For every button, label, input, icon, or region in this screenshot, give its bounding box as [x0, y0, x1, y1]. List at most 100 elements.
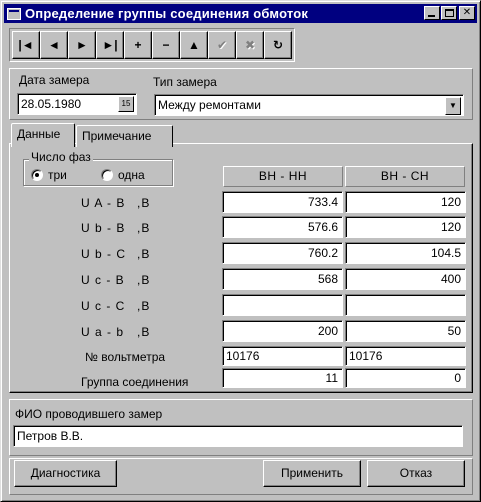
prior-record-icon: ◄ — [48, 38, 60, 52]
calendar-icon[interactable]: 15 — [118, 96, 134, 112]
delete-record-button[interactable]: − — [152, 31, 180, 59]
insert-record-button[interactable]: + — [124, 31, 152, 59]
phase-one-radio[interactable] — [101, 169, 113, 181]
value-text: 104.5 — [430, 246, 461, 260]
value-field[interactable]: 400 — [345, 268, 466, 290]
minimize-button[interactable] — [424, 6, 440, 20]
phase-three-label[interactable]: три — [48, 168, 67, 182]
connection-group-field-hv-lv[interactable]: 11 — [222, 368, 343, 388]
cancel-record-button[interactable]: ✖ — [236, 31, 264, 59]
maximize-icon — [445, 9, 454, 17]
value-text: 50 — [447, 324, 461, 338]
value-field[interactable]: 576.6 — [222, 216, 343, 238]
diagnostics-button-label: Диагностика — [30, 466, 101, 480]
row-label: U b - B — [81, 221, 126, 235]
first-record-icon: |◄ — [18, 38, 34, 52]
operator-field[interactable]: Петров В.В. — [13, 425, 463, 447]
apply-button[interactable]: Применить — [263, 460, 361, 487]
value-text: 120 — [440, 195, 461, 209]
value-field[interactable]: 568 — [222, 268, 343, 290]
phase-one-label[interactable]: одна — [118, 168, 145, 182]
value-text: 733.4 — [307, 195, 338, 209]
column-header-hv-mv: ВН - СН — [345, 166, 465, 187]
date-value: 28.05.1980 — [21, 97, 82, 111]
date-field[interactable]: 28.05.1980 15 — [17, 93, 137, 115]
refresh-icon: ↻ — [272, 38, 284, 52]
tab-data[interactable]: Данные — [11, 123, 75, 147]
operator-label: ФИО проводившего замер — [15, 407, 163, 421]
voltmeter-field-hv-mv[interactable]: 10176 — [345, 346, 466, 366]
row-unit: ,В — [137, 221, 151, 235]
prior-record-button[interactable]: ◄ — [40, 31, 68, 59]
plus-icon: + — [134, 38, 142, 52]
value-text: 400 — [440, 272, 461, 286]
value-text: 200 — [317, 324, 338, 338]
cancel-button-label: Отказ — [399, 466, 433, 480]
value-field[interactable]: 760.2 — [222, 242, 343, 264]
maximize-button[interactable] — [441, 6, 457, 20]
voltmeter-field-hv-lv[interactable]: 10176 — [222, 346, 343, 366]
next-record-icon: ► — [76, 38, 88, 52]
edit-triangle-icon: ▲ — [188, 38, 200, 52]
cancel-button[interactable]: Отказ — [367, 460, 465, 487]
value-text: 576.6 — [307, 220, 338, 234]
measure-type-combo[interactable]: Между ремонтами ▼ — [154, 94, 464, 116]
value-field[interactable]: 120 — [345, 216, 466, 238]
voltmeter-value: 10176 — [349, 349, 383, 363]
row-unit: ,В — [137, 273, 151, 287]
post-record-button[interactable]: ✔ — [208, 31, 236, 59]
window-title: Определение группы соединения обмоток — [25, 6, 309, 21]
row-label: U b - C — [81, 247, 127, 261]
value-text: 120 — [440, 220, 461, 234]
phase-count-title: Число фаз — [29, 150, 93, 164]
measure-type-label: Тип замера — [153, 75, 217, 89]
value-field[interactable]: 104.5 — [345, 242, 466, 264]
row-label: U a - b — [81, 325, 125, 339]
operator-value: Петров В.В. — [17, 429, 84, 443]
tab-notes[interactable]: Примечание — [76, 125, 173, 147]
row-label: U A - B — [81, 196, 126, 210]
row-unit: ,В — [137, 247, 151, 261]
connection-group-value: 0 — [454, 371, 461, 385]
edit-record-button[interactable]: ▲ — [180, 31, 208, 59]
connection-group-value: 11 — [325, 371, 338, 385]
value-field[interactable] — [345, 294, 466, 316]
minus-icon: − — [162, 38, 170, 52]
tab-data-label: Данные — [17, 127, 61, 141]
row-label: U c - B — [81, 273, 125, 287]
date-label: Дата замера — [19, 73, 90, 87]
tab-notes-label: Примечание — [82, 129, 152, 143]
row-unit: ,В — [137, 299, 151, 313]
checkmark-icon: ✔ — [216, 38, 228, 52]
value-field[interactable] — [222, 294, 343, 316]
connection-group-label: Группа соединения — [81, 375, 189, 389]
close-button[interactable]: ✕ — [459, 6, 475, 20]
apply-button-label: Применить — [280, 466, 343, 480]
value-text: 568 — [317, 272, 338, 286]
first-record-button[interactable]: |◄ — [12, 31, 40, 59]
voltmeter-label: № вольтметра — [85, 350, 166, 364]
diagnostics-button[interactable]: Диагностика — [14, 460, 117, 487]
row-unit: ,В — [137, 196, 151, 210]
column-header-hv-mv-label: ВН - СН — [380, 169, 430, 183]
value-field[interactable]: 733.4 — [222, 191, 343, 213]
column-header-hv-lv-label: ВН - НН — [258, 169, 308, 183]
value-field[interactable]: 50 — [345, 320, 466, 342]
title-bar[interactable]: Определение группы соединения обмоток ✕ — [4, 4, 477, 23]
dialog-window: Определение группы соединения обмоток ✕ … — [0, 0, 481, 502]
next-record-button[interactable]: ► — [68, 31, 96, 59]
refresh-record-button[interactable]: ↻ — [264, 31, 292, 59]
last-record-button[interactable]: ►| — [96, 31, 124, 59]
value-field[interactable]: 200 — [222, 320, 343, 342]
connection-group-field-hv-mv[interactable]: 0 — [345, 368, 466, 388]
measure-type-value: Между ремонтами — [158, 98, 261, 112]
window-icon[interactable] — [7, 7, 21, 20]
voltmeter-value: 10176 — [226, 349, 260, 363]
row-unit: ,В — [137, 325, 151, 339]
value-field[interactable]: 120 — [345, 191, 466, 213]
minimize-icon — [428, 15, 435, 17]
phase-three-radio[interactable] — [31, 169, 43, 181]
record-navigator: |◄ ◄ ► ►| + − ▲ ✔ ✖ ↻ — [9, 28, 295, 62]
close-icon: ✕ — [462, 7, 472, 18]
chevron-down-icon[interactable]: ▼ — [445, 97, 461, 115]
